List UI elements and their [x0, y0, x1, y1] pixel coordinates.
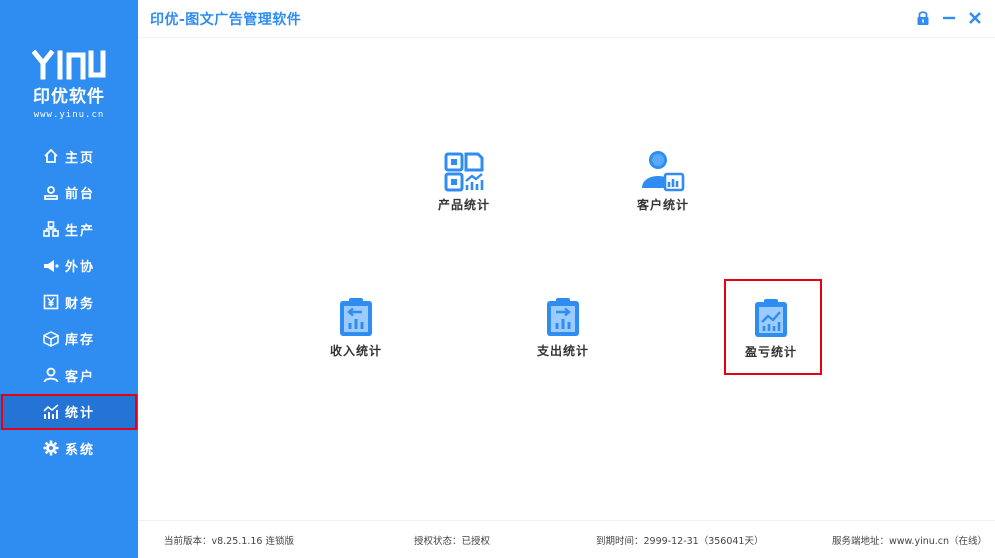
sidebar: 印优软件 www.yinu.cn 主页 前台 生产 外协 财务 库存 客户 统计…	[0, 0, 138, 558]
profit-loss-stats-label: 盈亏统计	[744, 345, 797, 359]
logo-mark	[32, 50, 106, 80]
license-status: 授权状态：已授权	[414, 536, 491, 547]
customer-stats-icon	[642, 151, 685, 192]
titlebar: 印优-图文广告管理软件	[138, 0, 995, 38]
sidebar-item-settings[interactable]: 系统	[0, 430, 138, 467]
income-stats-tile[interactable]: 收入统计	[296, 296, 416, 359]
finance-icon	[43, 294, 59, 310]
sidebar-item-customer[interactable]: 客户	[0, 357, 138, 394]
inventory-icon	[43, 330, 59, 347]
statistics-panel: 产品统计 客户统计 收入统计 支出统计 盈亏统计	[138, 38, 995, 520]
customer-stats-label: 客户统计	[636, 198, 689, 212]
sidebar-nav: 主页 前台 生产 外协 财务 库存 客户 统计 系统	[0, 138, 138, 467]
income-stats-label: 收入统计	[329, 344, 382, 358]
product-stats-label: 产品统计	[437, 198, 490, 212]
sidebar-item-home[interactable]: 主页	[0, 138, 138, 175]
server-address: 服务端地址：www.yinu.cn（在线）	[832, 536, 988, 547]
sidebar-item-finance[interactable]: 财务	[0, 284, 138, 321]
logo-url: www.yinu.cn	[33, 110, 105, 120]
status-bar: 当前版本：v8.25.1.16 连锁版 授权状态：已授权 到期时间：2999-1…	[138, 520, 995, 558]
outsource-icon	[43, 258, 59, 274]
expense-stats-tile[interactable]: 支出统计	[503, 296, 623, 359]
home-icon	[43, 148, 59, 164]
expense-stats-icon	[547, 298, 579, 336]
profit-loss-stats-tile[interactable]: 盈亏统计	[724, 279, 822, 375]
logo: 印优软件 www.yinu.cn	[0, 50, 138, 120]
settings-icon	[43, 440, 59, 456]
production-icon	[43, 221, 59, 238]
expense-stats-label: 支出统计	[536, 344, 589, 358]
sidebar-item-production[interactable]: 生产	[0, 211, 138, 248]
product-stats-icon	[444, 152, 484, 192]
close-icon[interactable]	[967, 10, 983, 26]
product-stats-tile[interactable]: 产品统计	[404, 152, 524, 213]
minimize-icon[interactable]	[941, 10, 957, 26]
sidebar-item-front-desk[interactable]: 前台	[0, 175, 138, 212]
income-stats-icon	[340, 298, 372, 336]
front-desk-icon	[43, 185, 59, 201]
customer-icon	[43, 367, 59, 383]
version-info: 当前版本：v8.25.1.16 连锁版	[164, 536, 294, 547]
window-controls	[915, 10, 983, 26]
logo-name: 印优软件	[33, 87, 105, 107]
profit-loss-stats-icon	[755, 299, 787, 337]
lock-icon[interactable]	[915, 10, 931, 26]
sidebar-item-statistics[interactable]: 统计	[0, 393, 138, 430]
app-title: 印优-图文广告管理软件	[150, 12, 302, 28]
sidebar-item-inventory[interactable]: 库存	[0, 321, 138, 358]
customer-stats-tile[interactable]: 客户统计	[603, 150, 723, 213]
expiry-date: 到期时间：2999-12-31（356041天）	[596, 536, 764, 547]
sidebar-item-outsource[interactable]: 外协	[0, 248, 138, 285]
statistics-icon	[43, 404, 59, 420]
